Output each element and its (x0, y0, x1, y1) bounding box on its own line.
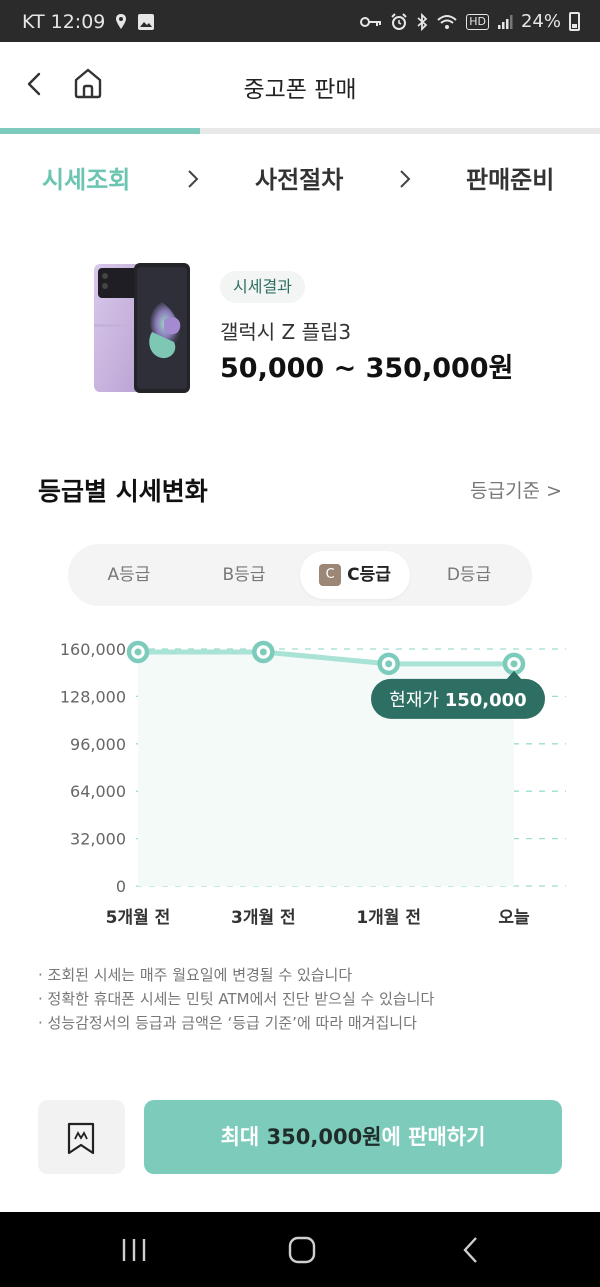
hd-label: HD (466, 13, 489, 30)
y-tick-label: 160,000 (60, 640, 126, 659)
tab-grade-a[interactable]: A등급 (74, 551, 184, 599)
x-tick-label: 오늘 (498, 908, 530, 928)
notes-list: · 조회된 시세는 매주 월요일에 변경될 수 있습니다 · 정확한 휴대폰 시… (38, 963, 434, 1035)
step-sale-prep: 판매준비 (466, 166, 555, 194)
step-indicator: 시세조회 사전절차 판매준비 (0, 160, 600, 200)
key-icon (360, 16, 382, 27)
alarm-icon (391, 12, 407, 30)
sell-button[interactable]: 최대 350,000원에 판매하기 (144, 1100, 562, 1174)
battery-icon (569, 12, 580, 31)
data-point-center (510, 660, 518, 668)
phone-image (94, 263, 190, 393)
status-bar: KT 12:09 HD 24% (0, 0, 600, 42)
grade-tabs: A등급 B등급 C C등급 D등급 (68, 544, 532, 606)
back-button-icon[interactable] (452, 1230, 492, 1270)
y-tick-label: 96,000 (70, 735, 126, 754)
sell-button-amount: 350,000원 (266, 1125, 382, 1149)
current-price-caption: 현재가 (389, 690, 444, 711)
current-price-value: 150,000 (445, 690, 527, 711)
product-name: 갤럭시 Z 플립3 (220, 320, 352, 344)
recent-apps-icon[interactable] (114, 1230, 154, 1270)
chevron-right-icon (188, 170, 199, 188)
wifi-icon (437, 14, 457, 29)
tab-grade-d[interactable]: D등급 (414, 551, 524, 599)
data-point-center (259, 648, 267, 656)
price-range: 50,000 ~ 350,000원 (220, 353, 514, 384)
app-header: 중고폰 판매 (0, 42, 600, 128)
sell-button-prefix: 최대 (220, 1125, 267, 1149)
battery-percent: 24% (520, 11, 561, 32)
home-button-icon[interactable] (282, 1230, 322, 1270)
data-point-center (385, 660, 393, 668)
step-pre-procedure: 사전절차 (255, 166, 344, 194)
y-tick-label: 64,000 (70, 782, 126, 801)
y-tick-label: 128,000 (60, 687, 126, 706)
y-tick-label: 0 (116, 877, 126, 896)
tab-grade-b[interactable]: B등급 (189, 551, 299, 599)
bluetooth-icon (417, 12, 428, 31)
data-point-center (134, 648, 142, 656)
grade-c-badge: C (319, 564, 342, 586)
location-icon (116, 14, 127, 29)
signal-icon (497, 14, 513, 29)
result-badge: 시세결과 (220, 271, 305, 303)
page-title: 중고폰 판매 (243, 77, 357, 103)
image-icon (138, 14, 155, 30)
note-item: · 조회된 시세는 매주 월요일에 변경될 수 있습니다 (38, 966, 353, 984)
system-nav-bar (0, 1212, 600, 1287)
step-progress-bar (0, 128, 600, 134)
x-tick-label: 1개월 전 (356, 908, 421, 928)
y-tick-label: 32,000 (70, 830, 126, 849)
sell-button-suffix: 에 판매하기 (381, 1125, 486, 1149)
bookmark-button[interactable] (38, 1100, 125, 1174)
tab-grade-c[interactable]: C C등급 (300, 551, 410, 599)
bookmark-icon (67, 1122, 95, 1155)
price-change-chart: 160,000 128,000 96,000 64,000 32,000 0 5개월 전 3개… (60, 640, 566, 928)
section-title: 등급별 시세변화 (38, 477, 208, 506)
x-tick-label: 3개월 전 (231, 908, 296, 928)
step-progress-fill (0, 128, 200, 134)
grade-criteria-link[interactable]: 등급기준 > (470, 476, 562, 503)
x-tick-label: 5개월 전 (106, 908, 171, 928)
note-item: · 정확한 휴대폰 시세는 민팃 ATM에서 진단 받으실 수 있습니다 (38, 990, 435, 1008)
step-price-check: 시세조회 (42, 166, 131, 194)
current-price-label: 현재가 150,000 (389, 690, 526, 711)
chevron-right-icon (400, 170, 411, 188)
carrier-time: KT 12:09 (22, 11, 106, 33)
note-item: · 성능감정서의 등급과 금액은 ‘등급 기준’에 따라 매겨집니다 (38, 1014, 417, 1032)
tab-grade-c-label: C등급 (347, 565, 391, 585)
